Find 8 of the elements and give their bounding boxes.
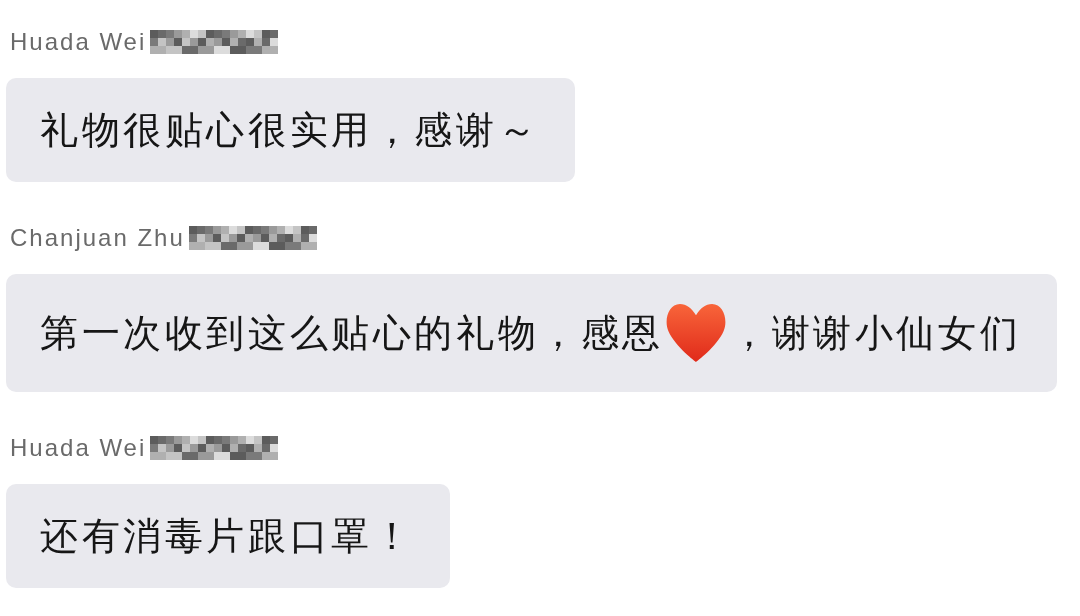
message-text: 还有消毒片跟口罩！	[40, 514, 415, 558]
message-text: 礼物很贴心很实用，感谢～	[40, 108, 540, 152]
message-text: 第一次收到这么贴心的礼物，感恩	[40, 311, 664, 355]
heart-icon	[666, 304, 726, 362]
sender-name: Huada Wei	[10, 27, 147, 57]
sender-name: Huada Wei	[10, 433, 147, 463]
message-text: ，谢谢小仙女们	[730, 311, 1022, 355]
sender-name: Chanjuan Zhu	[10, 223, 185, 253]
